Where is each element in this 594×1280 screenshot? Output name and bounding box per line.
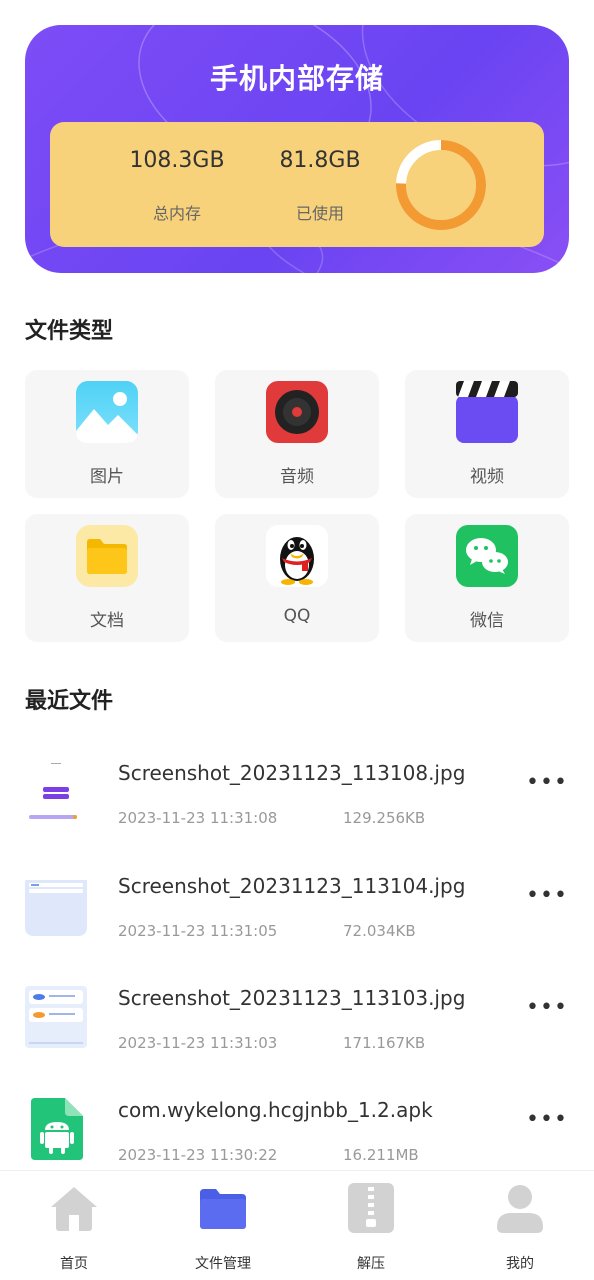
android-apk-icon — [31, 1098, 83, 1160]
file-manager-page: 手机内部存储 108.3GB 总内存 81.8GB 已使用 文件类型 图片 音频… — [0, 0, 594, 1280]
file-type-documents[interactable]: 文档 — [25, 514, 189, 642]
file-name: Screenshot_20231123_113103.jpg — [118, 986, 466, 1010]
nav-label: 首页 — [60, 1256, 88, 1272]
zip-icon — [348, 1183, 394, 1233]
storage-usage-ring — [396, 140, 486, 230]
file-type-label: QQ — [283, 606, 311, 626]
used-storage-value: 81.8GB — [279, 148, 361, 173]
video-clapper-icon — [456, 381, 518, 443]
file-date: 2023-11-23 11:31:05 — [118, 922, 278, 940]
file-date: 2023-11-23 11:31:08 — [118, 809, 278, 827]
file-name: Screenshot_20231123_113104.jpg — [118, 874, 466, 898]
total-storage-value: 108.3GB — [129, 148, 225, 173]
nav-file-management[interactable]: 文件管理 — [163, 1171, 283, 1280]
screenshot-thumbnail — [25, 874, 87, 936]
recent-files-heading: 最近文件 — [25, 689, 114, 714]
total-storage-stat: 108.3GB 总内存 — [112, 148, 242, 224]
nav-label: 我的 — [506, 1256, 534, 1272]
storage-card[interactable]: 手机内部存储 108.3GB 总内存 81.8GB 已使用 — [25, 25, 569, 273]
nav-label: 解压 — [357, 1256, 385, 1272]
file-name: com.wykelong.hcgjnbb_1.2.apk — [118, 1098, 433, 1122]
home-icon — [51, 1187, 97, 1231]
file-type-label: 视频 — [470, 467, 504, 487]
file-type-video[interactable]: 视频 — [405, 370, 569, 498]
total-storage-label: 总内存 — [152, 204, 201, 223]
file-size: 16.211MB — [343, 1146, 419, 1164]
file-type-wechat[interactable]: 微信 — [405, 514, 569, 642]
music-disc-icon — [266, 381, 328, 443]
storage-title: 手机内部存储 — [209, 62, 384, 95]
file-type-qq[interactable]: QQ — [215, 514, 379, 642]
file-types-heading: 文件类型 — [25, 319, 114, 344]
folder-icon — [76, 525, 138, 587]
more-options-button[interactable]: ••• — [526, 885, 567, 910]
more-options-button[interactable]: ••• — [526, 997, 567, 1022]
recent-file-row[interactable]: Screenshot_20231123_113108.jpg 2023-11-2… — [0, 747, 594, 847]
file-size: 171.167KB — [343, 1034, 426, 1052]
storage-summary: 108.3GB 总内存 81.8GB 已使用 — [50, 122, 544, 247]
qq-penguin-icon — [266, 525, 328, 587]
bottom-navigation: 首页 文件管理 解压 我的 — [0, 1170, 594, 1280]
folder-icon — [200, 1189, 246, 1229]
used-storage-stat: 81.8GB 已使用 — [255, 148, 385, 224]
more-options-button[interactable]: ••• — [526, 772, 567, 797]
nav-home[interactable]: 首页 — [14, 1171, 134, 1280]
nav-unzip[interactable]: 解压 — [311, 1171, 431, 1280]
used-storage-label: 已使用 — [295, 204, 344, 223]
user-icon — [497, 1185, 543, 1233]
file-type-images[interactable]: 图片 — [25, 370, 189, 498]
file-type-label: 文档 — [90, 611, 124, 631]
screenshot-thumbnail — [25, 986, 87, 1048]
recent-file-row[interactable]: Screenshot_20231123_113103.jpg 2023-11-2… — [0, 972, 594, 1072]
file-name: Screenshot_20231123_113108.jpg — [118, 761, 466, 785]
file-size: 72.034KB — [343, 922, 416, 940]
more-options-button[interactable]: ••• — [526, 1109, 567, 1134]
nav-mine[interactable]: 我的 — [460, 1171, 580, 1280]
recent-file-row[interactable]: Screenshot_20231123_113104.jpg 2023-11-2… — [0, 860, 594, 960]
file-type-audio[interactable]: 音频 — [215, 370, 379, 498]
nav-label: 文件管理 — [195, 1256, 251, 1272]
file-size: 129.256KB — [343, 809, 426, 827]
screenshot-thumbnail — [25, 761, 87, 823]
file-type-label: 音频 — [280, 467, 314, 487]
recent-file-row[interactable]: com.wykelong.hcgjnbb_1.2.apk 2023-11-23 … — [0, 1084, 594, 1184]
wechat-icon — [456, 525, 518, 587]
image-icon — [76, 381, 138, 443]
file-date: 2023-11-23 11:31:03 — [118, 1034, 278, 1052]
file-type-label: 图片 — [90, 467, 124, 487]
file-type-label: 微信 — [470, 611, 504, 631]
file-date: 2023-11-23 11:30:22 — [118, 1146, 278, 1164]
